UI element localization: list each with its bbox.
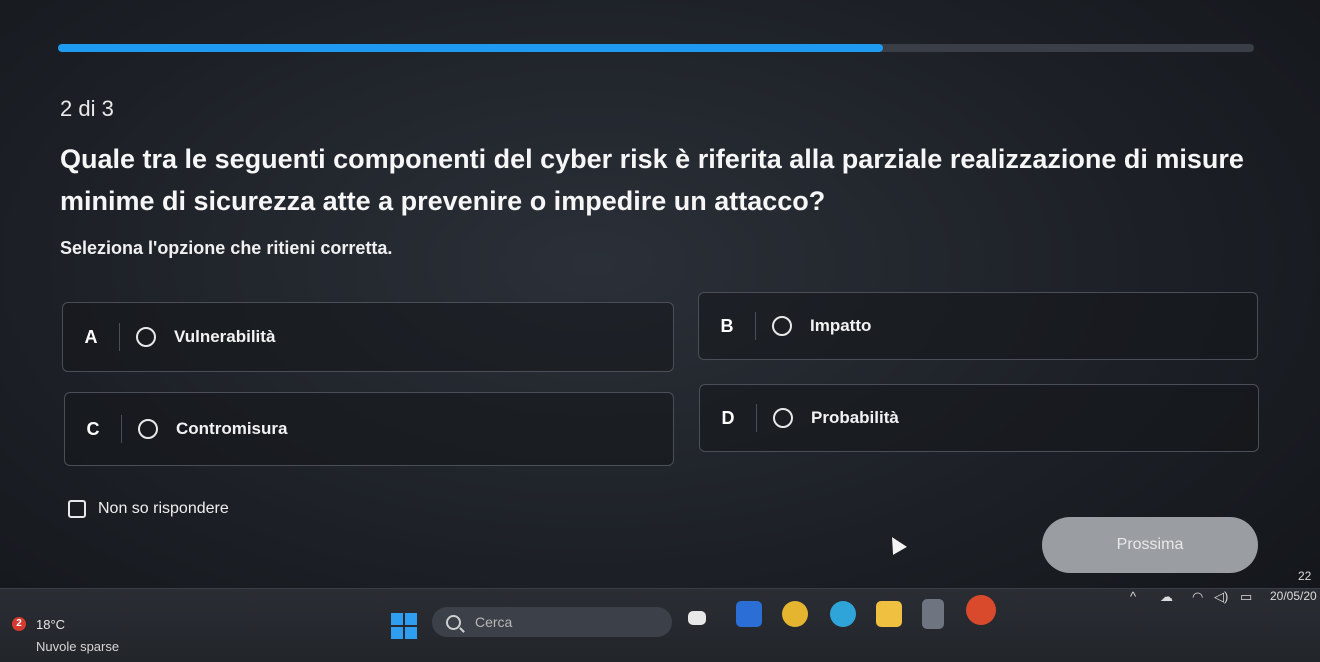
option-letter: C bbox=[65, 415, 122, 443]
option-letter: D bbox=[700, 404, 757, 432]
taskbar: 2 18°C Nuvole sparse Cerca ^ ☁ ◠ ◁) ▭ 22… bbox=[0, 569, 1320, 662]
calculator-icon[interactable] bbox=[922, 599, 944, 629]
option-letter: B bbox=[699, 312, 756, 340]
weather-widget[interactable]: 2 18°C Nuvole sparse bbox=[12, 617, 119, 654]
checkbox[interactable] bbox=[68, 500, 86, 518]
next-button[interactable]: Prossima bbox=[1042, 517, 1258, 573]
option-c[interactable]: C Contromisura bbox=[64, 392, 674, 466]
search-icon bbox=[446, 614, 461, 630]
battery-icon[interactable]: ▭ bbox=[1240, 589, 1252, 605]
radio-button[interactable] bbox=[138, 419, 158, 439]
dont-know-checkbox[interactable]: Non so rispondere bbox=[68, 500, 229, 518]
option-label: Contromisura bbox=[176, 419, 288, 438]
opera-icon[interactable] bbox=[966, 595, 996, 625]
dont-know-label: Non so rispondere bbox=[98, 500, 229, 517]
option-label: Probabilità bbox=[811, 408, 899, 427]
taskbar-search-box[interactable]: Cerca bbox=[432, 607, 672, 637]
option-label: Vulnerabilità bbox=[174, 327, 276, 346]
search-placeholder: Cerca bbox=[475, 614, 513, 630]
clock-time[interactable]: 22 bbox=[1298, 569, 1311, 583]
radio-button[interactable] bbox=[136, 327, 156, 347]
question-text: Quale tra le seguenti componenti del cyb… bbox=[60, 144, 1244, 216]
option-label: Impatto bbox=[810, 316, 872, 335]
clock-date[interactable]: 20/05/20 bbox=[1270, 589, 1317, 603]
wifi-icon[interactable]: ◠ bbox=[1192, 589, 1203, 605]
mouse-cursor-icon bbox=[885, 533, 907, 555]
question-counter: 2 di 3 bbox=[60, 96, 114, 121]
radio-button[interactable] bbox=[773, 408, 793, 428]
option-d[interactable]: D Probabilità bbox=[699, 384, 1259, 452]
volume-icon[interactable]: ◁) bbox=[1214, 589, 1228, 605]
chevron-up-icon[interactable]: ^ bbox=[1130, 589, 1136, 604]
store-icon[interactable] bbox=[736, 601, 762, 627]
task-view-icon[interactable] bbox=[688, 611, 706, 625]
windows-start-icon[interactable] bbox=[391, 613, 417, 639]
chrome-icon[interactable] bbox=[782, 601, 808, 627]
radio-button[interactable] bbox=[772, 316, 792, 336]
instruction-text: Seleziona l'opzione che ritieni corretta… bbox=[60, 238, 393, 258]
progress-fill bbox=[58, 44, 884, 52]
progress-bar bbox=[58, 44, 1254, 52]
option-b[interactable]: B Impatto bbox=[698, 292, 1258, 360]
edge-icon[interactable] bbox=[830, 601, 856, 627]
cloud-icon[interactable]: ☁ bbox=[1160, 589, 1173, 605]
weather-temperature: 18°C bbox=[36, 617, 66, 632]
option-letter: A bbox=[63, 323, 120, 351]
notification-badge: 2 bbox=[12, 617, 26, 631]
option-a[interactable]: A Vulnerabilità bbox=[62, 302, 674, 372]
file-explorer-icon[interactable] bbox=[876, 601, 902, 627]
weather-description: Nuvole sparse bbox=[36, 639, 120, 654]
